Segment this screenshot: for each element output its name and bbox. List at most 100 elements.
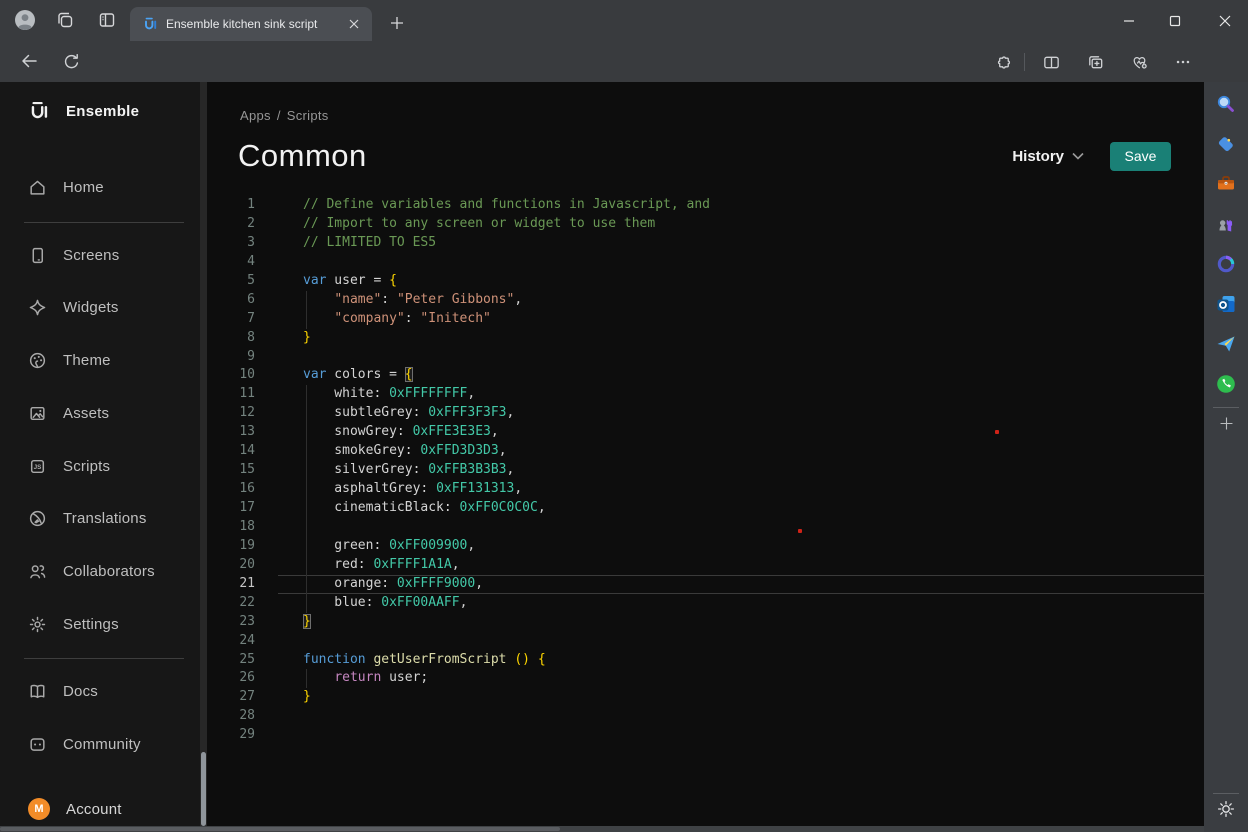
line-code: red: 0xFFFF1A1A, — [278, 556, 1204, 575]
toolbox-icon[interactable] — [1213, 171, 1239, 197]
code-line-9[interactable]: 9 — [207, 348, 1204, 367]
save-button[interactable]: Save — [1110, 142, 1171, 171]
code-line-14[interactable]: 14 smokeGrey: 0xFFD3D3D3, — [207, 442, 1204, 461]
shopping-icon[interactable] — [1213, 131, 1239, 157]
edge-sidebar-icons — [1213, 82, 1239, 397]
code-line-29[interactable]: 29 — [207, 726, 1204, 745]
line-number: 18 — [207, 518, 278, 537]
line-number: 16 — [207, 480, 278, 499]
back-icon[interactable] — [12, 44, 46, 78]
brand[interactable]: Ensemble — [28, 100, 139, 122]
sidebar-item-home[interactable]: Home — [28, 172, 104, 202]
code-line-13[interactable]: 13 snowGrey: 0xFFE3E3E3, — [207, 423, 1204, 442]
code-line-12[interactable]: 12 subtleGrey: 0xFFF3F3F3, — [207, 404, 1204, 423]
code-line-5[interactable]: 5var user = { — [207, 272, 1204, 291]
code-line-24[interactable]: 24 — [207, 632, 1204, 651]
code-line-28[interactable]: 28 — [207, 707, 1204, 726]
workspaces-icon[interactable] — [48, 3, 82, 37]
m365-icon[interactable] — [1213, 251, 1239, 277]
code-line-22[interactable]: 22 blue: 0xFF00AAFF, — [207, 594, 1204, 613]
code-line-8[interactable]: 8} — [207, 329, 1204, 348]
code-line-16[interactable]: 16 asphaltGrey: 0xFF131313, — [207, 480, 1204, 499]
breadcrumb-apps[interactable]: Apps — [240, 108, 271, 123]
chevron-down-icon — [1072, 152, 1084, 160]
brand-name: Ensemble — [66, 103, 139, 120]
tab-close-icon[interactable] — [344, 14, 364, 34]
extensions-icon[interactable] — [986, 45, 1020, 79]
code-line-6[interactable]: 6 "name": "Peter Gibbons", — [207, 291, 1204, 310]
sidebar-scrollbar-thumb[interactable] — [201, 752, 206, 826]
code-line-7[interactable]: 7 "company": "Initech" — [207, 310, 1204, 329]
sidebar-item-scripts[interactable]: JSScripts — [28, 451, 110, 481]
line-number: 23 — [207, 613, 278, 632]
browser-titlebar: Ensemble kitchen sink script — [0, 0, 1248, 41]
line-code: subtleGrey: 0xFFF3F3F3, — [278, 404, 1204, 423]
sidebar-item-label: Collaborators — [63, 563, 155, 580]
more-options-icon[interactable] — [1166, 45, 1200, 79]
code-line-2[interactable]: 2// Import to any screen or widget to us… — [207, 215, 1204, 234]
line-code: snowGrey: 0xFFE3E3E3, — [278, 423, 1204, 442]
sidebar-item-screens[interactable]: Screens — [28, 240, 119, 270]
code-line-21[interactable]: 21 orange: 0xFFFF9000, — [207, 575, 1204, 594]
outlook-icon[interactable] — [1213, 291, 1239, 317]
code-line-17[interactable]: 17 cinematicBlack: 0xFF0C0C0C, — [207, 499, 1204, 518]
sidebar-item-collaborators[interactable]: Collaborators — [28, 556, 155, 586]
drop-icon[interactable] — [1213, 331, 1239, 357]
window-minimize-icon[interactable] — [1106, 0, 1152, 41]
sidebar-item-settings[interactable]: Settings — [28, 609, 119, 639]
line-code: return user; — [278, 669, 1204, 688]
breadcrumb-scripts[interactable]: Scripts — [287, 108, 329, 123]
profile-avatar[interactable] — [8, 3, 42, 37]
code-line-10[interactable]: 10var colors = { — [207, 366, 1204, 385]
home-icon — [28, 178, 47, 197]
code-line-19[interactable]: 19 green: 0xFF009900, — [207, 537, 1204, 556]
collections-icon[interactable] — [1078, 45, 1112, 79]
line-number: 15 — [207, 461, 278, 480]
sidebar-item-community[interactable]: Community — [28, 729, 141, 759]
add-sidebar-icon[interactable] — [1213, 410, 1239, 436]
sidebar-item-label: Screens — [63, 247, 119, 264]
sidebar-item-theme[interactable]: Theme — [28, 345, 111, 375]
sidebar-item-widgets[interactable]: Widgets — [28, 292, 119, 322]
code-line-4[interactable]: 4 — [207, 253, 1204, 272]
code-line-27[interactable]: 27} — [207, 688, 1204, 707]
games-icon[interactable] — [1213, 211, 1239, 237]
line-number: 29 — [207, 726, 278, 745]
refresh-icon[interactable] — [54, 44, 88, 78]
history-button[interactable]: History — [1012, 148, 1084, 165]
window-maximize-icon[interactable] — [1152, 0, 1198, 41]
new-tab-icon[interactable] — [382, 9, 412, 37]
sidebar-settings-icon[interactable] — [1213, 796, 1239, 822]
search-icon[interactable] — [1213, 91, 1239, 117]
code-line-25[interactable]: 25function getUserFromScript () { — [207, 651, 1204, 670]
code-editor[interactable]: 1// Define variables and functions in Ja… — [207, 196, 1204, 745]
horizontal-scrollbar-thumb[interactable] — [0, 827, 560, 831]
code-line-18[interactable]: 18 — [207, 518, 1204, 537]
code-line-23[interactable]: 23} — [207, 613, 1204, 632]
line-code — [278, 253, 1204, 272]
line-number: 21 — [207, 575, 278, 594]
code-line-26[interactable]: 26 return user; — [207, 669, 1204, 688]
sidebar-item-label: Scripts — [63, 458, 110, 475]
code-line-11[interactable]: 11 white: 0xFFFFFFFF, — [207, 385, 1204, 404]
sidebar-item-translations[interactable]: Translations — [28, 503, 147, 533]
window-close-icon[interactable] — [1202, 0, 1248, 41]
whatsapp-icon[interactable] — [1213, 371, 1239, 397]
sidebar-item-account[interactable]: M Account — [28, 794, 122, 824]
tab-actions-icon[interactable] — [90, 3, 124, 37]
sidebar-item-label: Docs — [63, 683, 98, 700]
breadcrumb: Apps/Scripts — [240, 108, 1204, 123]
sidebar-item-docs[interactable]: Docs — [28, 676, 98, 706]
line-number: 24 — [207, 632, 278, 651]
code-line-1[interactable]: 1// Define variables and functions in Ja… — [207, 196, 1204, 215]
split-screen-icon[interactable] — [1034, 45, 1068, 79]
sidebar-item-assets[interactable]: Assets — [28, 398, 109, 428]
sidebar-scrollbar[interactable] — [200, 82, 207, 826]
code-line-15[interactable]: 15 silverGrey: 0xFFB3B3B3, — [207, 461, 1204, 480]
browser-tab[interactable]: Ensemble kitchen sink script — [130, 7, 372, 41]
browser-essentials-icon[interactable] — [1122, 45, 1156, 79]
horizontal-scrollbar[interactable] — [0, 826, 1204, 832]
community-icon — [28, 735, 47, 754]
code-line-3[interactable]: 3// LIMITED TO ES5 — [207, 234, 1204, 253]
code-line-20[interactable]: 20 red: 0xFFFF1A1A, — [207, 556, 1204, 575]
